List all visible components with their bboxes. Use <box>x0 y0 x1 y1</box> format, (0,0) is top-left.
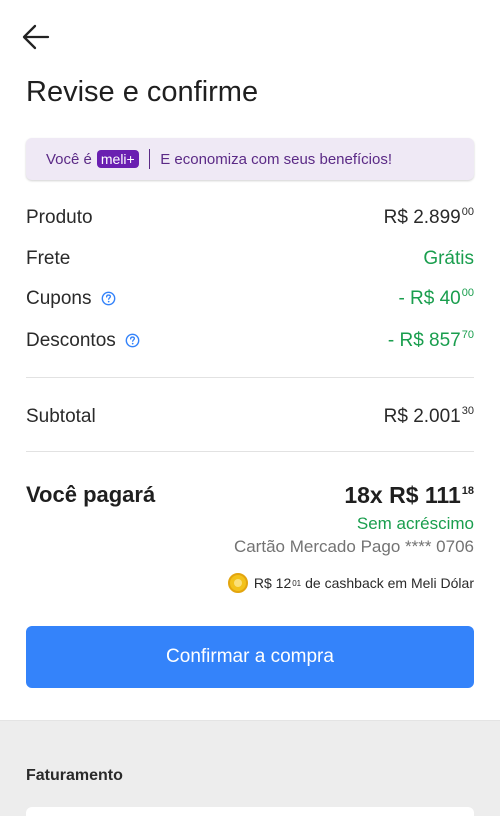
checkout-review-page: Revise e confirme Você é meli+ E economi… <box>0 0 500 816</box>
subtotal-label: Subtotal <box>26 405 96 427</box>
summary-row-frete: Frete Grátis <box>26 248 474 270</box>
frete-value: Grátis <box>423 248 474 269</box>
installments-amount: 18x R$ 11118 <box>344 482 474 508</box>
back-button[interactable] <box>20 22 52 52</box>
descontos-value: - R$ 85770 <box>387 329 474 351</box>
subtotal-value: R$ 2.00130 <box>383 405 474 427</box>
banner-text: E economiza com seus benefícios! <box>160 150 393 168</box>
banner-prefix: Você é <box>46 150 92 168</box>
cupons-value: - R$ 4000 <box>398 287 474 309</box>
page-title: Revise e confirme <box>26 76 259 108</box>
no-fee-label: Sem acréscimo <box>356 514 474 533</box>
billing-section: Faturamento <box>0 720 500 816</box>
meli-plus-logo: meli+ <box>96 150 139 168</box>
billing-card[interactable] <box>26 807 474 816</box>
meli-plus-banner[interactable]: Você é meli+ E economiza com seus benefí… <box>26 138 474 180</box>
divider <box>26 451 474 452</box>
summary-row-cupons: Cupons - R$ 4000 <box>26 287 474 310</box>
descontos-label: Descontos <box>26 330 140 352</box>
confirm-purchase-button[interactable]: Confirmar a compra <box>26 626 474 688</box>
divider <box>26 377 474 378</box>
frete-label: Frete <box>26 248 71 269</box>
cupons-label: Cupons <box>26 288 116 310</box>
arrow-left-icon <box>22 24 50 50</box>
pay-label: Você pagará <box>26 482 156 507</box>
billing-title: Faturamento <box>26 767 123 784</box>
meli-dolar-coin-icon <box>227 573 248 593</box>
cashback-amount: R$ 12 <box>253 575 292 591</box>
produto-value: R$ 2.89900 <box>383 206 474 228</box>
produto-label: Produto <box>26 206 93 228</box>
payment-card-label: Cartão Mercado Pago **** 0706 <box>233 537 474 556</box>
summary-row-subtotal: Subtotal R$ 2.00130 <box>26 405 474 428</box>
cashback-cents: 01 <box>292 578 302 588</box>
summary-row-produto: Produto R$ 2.89900 <box>26 206 474 229</box>
help-icon[interactable] <box>125 333 140 348</box>
review-section: Revise e confirme Você é meli+ E economi… <box>0 0 500 720</box>
cashback-info: R$ 12 01 de cashback em Meli Dólar <box>227 573 474 593</box>
help-icon[interactable] <box>101 291 116 306</box>
summary-row-descontos: Descontos - R$ 85770 <box>26 329 474 352</box>
cashback-text: de cashback em Meli Dólar <box>305 575 474 591</box>
banner-divider <box>148 149 151 169</box>
